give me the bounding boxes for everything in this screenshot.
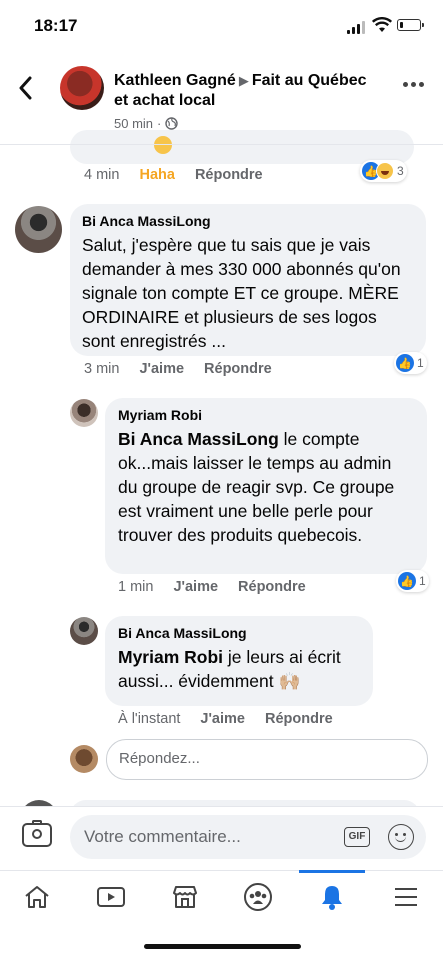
more-options-button[interactable] [403,82,424,87]
back-button[interactable] [18,76,32,105]
meta-separator: · [157,116,162,131]
cellular-signal-icon [347,20,367,34]
groups-icon [244,883,273,911]
like-reaction-icon: 👍 [396,354,414,372]
home-icon [25,886,49,908]
like-button[interactable]: J'aime [139,361,184,377]
like-reaction-icon: 👍 [398,572,416,590]
triangle-right-icon: ▶ [238,73,249,88]
avatar[interactable] [15,206,62,253]
like-button[interactable]: J'aime [173,579,218,595]
post-meta: 50 min · [114,116,179,131]
reply-button[interactable]: Répondre [265,711,333,727]
comment-actions: 3 min J'aime Répondre [84,361,292,377]
like-button[interactable]: J'aime [200,711,245,727]
reply-input[interactable]: Répondez... [106,739,428,780]
mention-link[interactable]: Bi Anca MassiLong [118,429,279,449]
comment-author[interactable]: Bi Anca MassiLong [118,625,360,641]
haha-reaction-button[interactable]: Haha [139,167,174,183]
comment-time: 4 min [84,167,120,183]
comment-author[interactable]: Myriam Robi [118,407,414,423]
tab-groups[interactable] [221,871,295,923]
mention-link[interactable]: Myriam Robi [118,647,223,667]
comment-text: Bi Anca MassiLong le compte ok...mais la… [118,427,414,547]
comment-actions: À l'instant J'aime Répondre [118,711,353,727]
marketplace-icon [172,886,197,908]
post-author-avatar[interactable] [60,66,104,110]
previous-comment-bubble [70,130,414,164]
current-user-avatar [70,745,98,773]
post-header-title[interactable]: Kathleen Gagné ▶ Fait au Québec et achat l… [114,71,374,111]
comment-text: Salut, j'espère que tu sais que je vais … [82,235,401,351]
reply-button[interactable]: Répondre [195,167,263,183]
emoji-icon [154,136,172,154]
reaction-summary[interactable]: 👍 3 [360,160,407,182]
post-time: 50 min [114,116,154,131]
battery-icon [397,19,424,31]
comment-author[interactable]: Bi Anca MassiLong [82,213,414,229]
comment-time: À l'instant [118,711,181,727]
haha-reaction-icon [376,162,394,180]
status-time: 18:17 [34,16,78,35]
home-indicator [144,944,301,949]
reaction-summary[interactable]: 👍 1 [394,352,427,374]
tab-home[interactable] [0,871,74,923]
tab-watch[interactable] [74,871,148,923]
reply-button[interactable]: Répondre [204,361,272,377]
emoji-picker-icon[interactable] [388,824,414,850]
comment-input[interactable]: Votre commentaire... [70,815,426,859]
more-dot-icon [411,82,416,87]
comment-bubble: Myriam Robi Bi Anca MassiLong le compte … [105,398,427,574]
comment-actions: 4 min Haha Répondre [84,167,283,183]
header-divider [0,144,443,145]
chevron-left-icon [19,76,32,100]
comment-bubble: Bi Anca MassiLong Myriam Robi je leurs a… [105,616,373,706]
more-dot-icon [419,82,424,87]
avatar[interactable] [70,617,98,645]
reaction-summary[interactable]: 👍 1 [396,570,429,592]
comment-time: 3 min [84,361,120,377]
reaction-count: 1 [417,356,424,370]
wifi-icon [371,17,393,38]
gif-button[interactable]: GIF [344,827,370,847]
camera-icon[interactable] [22,820,52,847]
post-author-name[interactable]: Kathleen Gagné [114,72,236,89]
comment-bubble: Bi Anca MassiLong Salut, j'espère que tu… [70,204,426,356]
reply-button[interactable]: Répondre [238,579,306,595]
tab-notifications[interactable] [295,870,369,923]
tab-marketplace[interactable] [148,871,222,923]
comment-time: 1 min [118,579,154,595]
comment-actions: 1 min J'aime Répondre [118,579,326,595]
watch-icon [96,887,125,907]
comment-text: Myriam Robi je leurs ai écrit aussi... é… [118,645,360,693]
bottom-tab-bar [0,870,443,923]
more-dot-icon [403,82,408,87]
tab-menu[interactable] [369,871,443,923]
avatar[interactable] [70,399,98,427]
notifications-icon [322,886,343,910]
reaction-count: 1 [419,574,426,588]
menu-icon [395,888,418,906]
globe-icon [165,117,179,130]
reaction-count: 3 [397,164,404,178]
